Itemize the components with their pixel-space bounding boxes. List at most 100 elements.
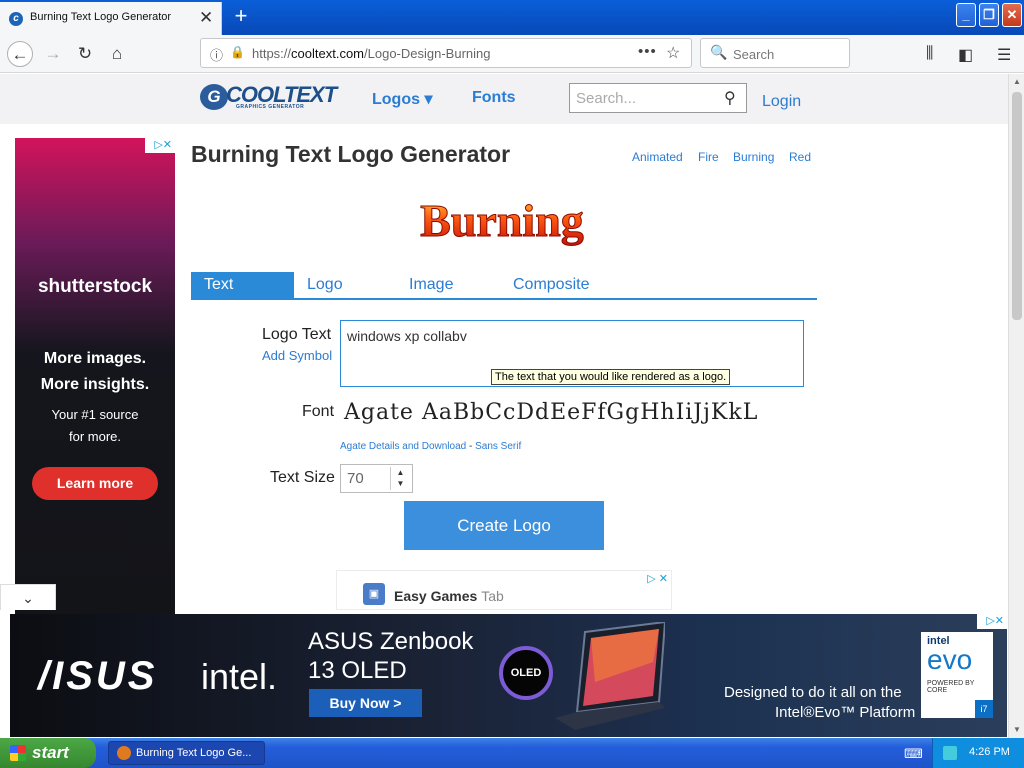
preview-word: Burning: [420, 195, 584, 246]
keyboard-icon[interactable]: ⌨: [904, 746, 923, 762]
ad-product-line1: ASUS Zenbook: [308, 628, 474, 655]
left-ad-banner[interactable]: ▷✕ shutterstock More images. More insigh…: [15, 138, 175, 614]
ad-choices-icon[interactable]: ▷ ✕: [647, 572, 668, 585]
tab-close-icon[interactable]: ✕: [199, 8, 213, 28]
intel-evo-badge: intel evo POWERED BY CORE i7: [921, 632, 993, 718]
tag-animated[interactable]: Animated: [632, 150, 683, 164]
minimize-button[interactable]: _: [956, 3, 976, 27]
tab-text[interactable]: Text: [191, 272, 294, 298]
ad-body: Your #1 source for more.: [15, 404, 175, 448]
tag-burning[interactable]: Burning: [733, 150, 774, 164]
ad-learn-more-button[interactable]: Learn more: [32, 467, 158, 500]
cooltext-logo[interactable]: G COOLTEXT GRAPHICS GENERATOR: [200, 82, 340, 112]
text-size-stepper[interactable]: 70 ▲ ▼: [340, 464, 413, 493]
ad-brand: shutterstock: [37, 276, 153, 297]
clock[interactable]: 4:26 PM: [969, 746, 1010, 758]
page-title: Burning Text Logo Generator: [191, 141, 511, 167]
ad-body-2: for more.: [68, 429, 121, 444]
mini-ad-text: Easy Games Tab: [394, 588, 504, 604]
scroll-thumb[interactable]: [1012, 92, 1022, 320]
firefox-icon: [117, 746, 131, 760]
reload-button[interactable]: ↻: [72, 41, 98, 67]
url-text: https://cooltext.com/Logo-Design-Burning: [252, 46, 491, 61]
font-link-separator: -: [466, 441, 476, 452]
nav-logos-link[interactable]: Logos ▾: [372, 89, 432, 109]
evo-small: POWERED BY CORE: [927, 680, 975, 694]
login-link[interactable]: Login: [762, 93, 801, 111]
logo-subtitle: GRAPHICS GENERATOR: [236, 104, 305, 110]
search-placeholder: Search: [733, 47, 775, 62]
site-header: G COOLTEXT GRAPHICS GENERATOR Logos ▾ Fo…: [0, 74, 1008, 124]
chevron-down-icon[interactable]: ⌄: [0, 584, 56, 610]
page-scrollbar[interactable]: ▲ ▼: [1008, 74, 1024, 738]
stepper-arrows-icon[interactable]: ▲ ▼: [390, 467, 410, 490]
bottom-ad-banner[interactable]: ▷✕ /ISUS intel. ASUS Zenbook 13 OLED Buy…: [10, 614, 1007, 737]
page-actions-icon[interactable]: •••: [638, 43, 657, 60]
home-button[interactable]: ⌂: [104, 41, 130, 67]
evo-word: evo: [927, 644, 973, 675]
tag-fire[interactable]: Fire: [698, 150, 719, 164]
search-icon: 🔍: [710, 44, 728, 60]
taskbar-firefox-item[interactable]: Burning Text Logo Ge...: [108, 741, 265, 765]
browser-navbar: ← → ↻ ⌂ ⓘ 🔒 https://cooltext.com/Logo-De…: [0, 35, 1024, 73]
tab-composite[interactable]: Composite: [513, 272, 589, 298]
browser-search-input[interactable]: 🔍 Search: [700, 38, 850, 68]
info-icon[interactable]: ⓘ: [210, 45, 223, 64]
tab-logo[interactable]: Logo: [307, 272, 343, 298]
text-size-value: 70: [347, 470, 364, 487]
network-icon[interactable]: [943, 746, 957, 760]
ad-tagline-2: Intel®Evo™ Platform: [775, 704, 916, 721]
evo-i7: i7: [975, 700, 993, 718]
oled-badge: OLED: [499, 646, 553, 700]
site-search-input[interactable]: Search... ⚲: [569, 83, 747, 113]
browser-titlebar: c Burning Text Logo Generator ✕ + _ ❐ ✕: [0, 0, 1024, 35]
ad-body-1: Your #1 source: [51, 407, 139, 422]
start-button[interactable]: start: [0, 738, 96, 768]
bookmark-star-icon[interactable]: ☆: [666, 43, 680, 63]
font-links: Agate Details and Download - Sans Serif: [340, 441, 521, 452]
font-category-link[interactable]: Sans Serif: [475, 441, 521, 452]
easy-games-ad[interactable]: ▣ Easy Games Tab ▷ ✕: [336, 570, 672, 610]
nav-fonts-link[interactable]: Fonts: [472, 89, 516, 107]
burning-preview-image: Burning: [420, 195, 585, 247]
buy-now-button[interactable]: Buy Now >: [309, 689, 422, 717]
font-label: Font: [302, 403, 335, 420]
ad-tagline-1: Designed to do it all on the: [724, 684, 902, 701]
scroll-down-icon[interactable]: ▼: [1009, 722, 1024, 738]
font-details-link[interactable]: Agate Details and Download: [340, 441, 466, 452]
tab-image[interactable]: Image: [409, 272, 453, 298]
font-sample-picker[interactable]: Agate AaBbCcDdEeFfGgHhIiJjKkL: [344, 400, 758, 425]
start-label: start: [32, 743, 69, 762]
text-size-label: Text Size: [270, 469, 335, 486]
menu-icon[interactable]: ☰: [997, 45, 1011, 65]
tab-title: Burning Text Logo Generator: [30, 11, 172, 23]
window-close-button[interactable]: ✕: [1002, 3, 1022, 27]
web-page: G COOLTEXT GRAPHICS GENERATOR Logos ▾ Fo…: [0, 74, 1008, 738]
scroll-up-icon[interactable]: ▲: [1009, 74, 1024, 90]
windows-taskbar: start Burning Text Logo Ge... ⌨ 4:26 PM: [0, 738, 1024, 768]
ad-headline-2: More insights.: [40, 376, 150, 393]
mini-ad-title: Easy Games: [394, 588, 478, 604]
library-icon[interactable]: ⫼: [926, 45, 933, 63]
search-icon[interactable]: ⚲: [724, 88, 736, 108]
url-bar[interactable]: ⓘ 🔒 https://cooltext.com/Logo-Design-Bur…: [200, 38, 692, 68]
ad-choices-icon[interactable]: ▷✕: [977, 614, 1007, 629]
logo-text-value: windows xp collabv: [347, 328, 467, 344]
logo-text-label: Logo Text: [262, 326, 332, 343]
restore-button[interactable]: ❐: [979, 3, 999, 27]
tag-red[interactable]: Red: [789, 150, 811, 164]
new-tab-button[interactable]: +: [230, 3, 252, 29]
logo-text-tooltip: The text that you would like rendered as…: [491, 369, 731, 385]
site-search-placeholder: Search...: [576, 90, 637, 107]
ad-choices-icon[interactable]: ▷✕: [145, 138, 175, 153]
add-symbol-link[interactable]: Add Symbol: [262, 348, 332, 363]
ad-headline: More images. More insights.: [15, 346, 175, 398]
browser-tab[interactable]: c Burning Text Logo Generator ✕: [0, 2, 222, 35]
sidebar-icon[interactable]: ◧: [958, 45, 973, 65]
windows-logo-icon: [10, 745, 26, 761]
create-logo-button[interactable]: Create Logo: [404, 501, 604, 550]
forward-button[interactable]: →: [40, 41, 66, 67]
lock-icon[interactable]: 🔒: [230, 45, 245, 59]
ad-headline-1: More images.: [43, 350, 147, 367]
back-button[interactable]: ←: [7, 41, 33, 67]
